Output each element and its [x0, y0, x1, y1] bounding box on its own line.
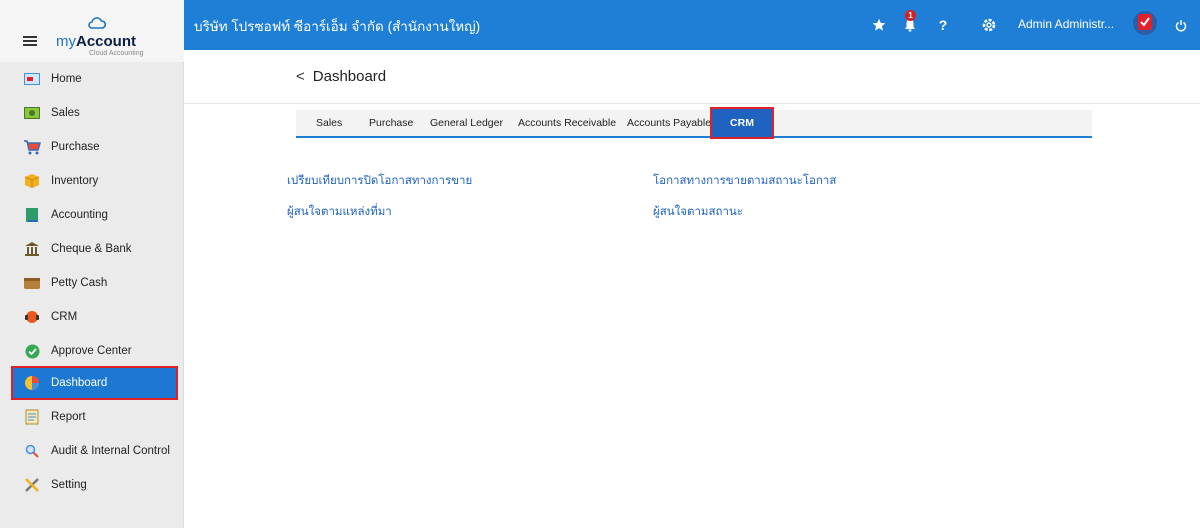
sidebar-item-label: Sales	[51, 107, 80, 119]
crm-icon	[23, 309, 41, 325]
sidebar-item-label: Report	[51, 411, 86, 423]
report-link-opportunity-by-status[interactable]: โอกาสทางการขายตามสถานะโอกาส	[653, 172, 836, 190]
sidebar-item-petty-cash[interactable]: Petty Cash	[13, 268, 176, 298]
sidebar-item-report[interactable]: Report	[13, 402, 176, 432]
tab-accounts-payable[interactable]: Accounts Payable	[627, 110, 711, 136]
pie-chart-icon	[23, 375, 41, 391]
sidebar-item-home[interactable]: Home	[13, 64, 176, 94]
sidebar-item-purchase[interactable]: Purchase	[13, 132, 176, 162]
sidebar-item-setting[interactable]: Setting	[13, 470, 176, 500]
tab-purchase[interactable]: Purchase	[369, 110, 413, 136]
notification-badge: 1	[905, 10, 916, 21]
page-header: < Dashboard	[296, 68, 386, 85]
sidebar-item-label: Petty Cash	[51, 277, 108, 289]
sidebar-item-approve-center[interactable]: Approve Center	[13, 336, 176, 366]
user-avatar-icon[interactable]	[1132, 10, 1158, 36]
sidebar-item-accounting[interactable]: Accounting	[13, 200, 176, 230]
report-link-leads-by-source[interactable]: ผู้สนใจตามแหล่งที่มา	[287, 203, 392, 221]
top-bar: บริษัท โปรซอฟท์ ซีอาร์เอ็ม จำกัด (สำนักง…	[184, 0, 1200, 50]
cart-icon	[23, 139, 41, 155]
book-icon	[23, 207, 41, 223]
hamburger-menu-icon[interactable]	[23, 36, 37, 46]
app-logo[interactable]: myAccount Cloud Accounting	[56, 17, 151, 58]
brand-area: myAccount Cloud Accounting	[0, 0, 184, 62]
page-title: Dashboard	[312, 68, 387, 85]
tab-crm[interactable]: CRM	[710, 107, 774, 139]
bank-icon	[23, 241, 41, 257]
power-icon[interactable]	[1172, 16, 1190, 34]
sales-icon	[23, 105, 41, 121]
wallet-icon	[23, 275, 41, 291]
gear-icon[interactable]	[980, 16, 998, 34]
tools-icon	[23, 477, 41, 493]
check-circle-icon	[23, 343, 41, 359]
sidebar-item-dashboard[interactable]: Dashboard	[11, 366, 178, 400]
cloud-icon	[88, 17, 106, 29]
back-arrow-icon[interactable]: <	[296, 68, 305, 85]
sidebar-item-label: Audit & Internal Control	[51, 445, 170, 457]
sidebar-item-label: Inventory	[51, 175, 99, 187]
tab-accounts-receivable[interactable]: Accounts Receivable	[518, 110, 616, 136]
sidebar-item-label: Approve Center	[51, 345, 132, 357]
sidebar-item-label: Purchase	[51, 141, 100, 153]
box-icon	[23, 173, 41, 189]
logo-name: myAccount	[56, 33, 136, 50]
sidebar-item-label: Setting	[51, 479, 87, 491]
home-icon	[23, 71, 41, 87]
sidebar-item-label: Home	[51, 73, 82, 85]
star-icon[interactable]	[870, 16, 888, 34]
header-divider	[184, 103, 1200, 104]
sidebar-item-label: Accounting	[51, 209, 108, 221]
magnifier-icon	[23, 443, 41, 459]
dashboard-tabs: Sales Purchase General Ledger Accounts R…	[296, 107, 1092, 139]
sidebar-item-audit[interactable]: Audit & Internal Control	[13, 436, 176, 466]
report-icon	[23, 409, 41, 425]
sidebar-item-label: Dashboard	[51, 377, 108, 389]
sidebar-item-label: CRM	[51, 311, 78, 323]
help-icon[interactable]: ?	[934, 16, 952, 34]
report-link-leads-by-status[interactable]: ผู้สนใจตามสถานะ	[653, 203, 743, 221]
logo-tagline: Cloud Accounting	[89, 50, 144, 57]
sidebar-item-label: Cheque & Bank	[51, 243, 132, 255]
sidebar: myAccount Cloud Accounting Home Sales Pu…	[0, 0, 184, 528]
tab-general-ledger[interactable]: General Ledger	[430, 110, 503, 136]
sidebar-item-crm[interactable]: CRM	[13, 302, 176, 332]
company-name[interactable]: บริษัท โปรซอฟท์ ซีอาร์เอ็ม จำกัด (สำนักง…	[194, 15, 480, 37]
report-link-closed-opportunity-comparison[interactable]: เปรียบเทียบการปิดโอกาสทางการขาย	[287, 172, 472, 190]
user-name[interactable]: Admin Administr...	[1018, 17, 1114, 31]
tab-sales[interactable]: Sales	[316, 110, 342, 136]
sidebar-item-inventory[interactable]: Inventory	[13, 166, 176, 196]
sidebar-item-cheque-bank[interactable]: Cheque & Bank	[13, 234, 176, 264]
sidebar-item-sales[interactable]: Sales	[13, 98, 176, 128]
